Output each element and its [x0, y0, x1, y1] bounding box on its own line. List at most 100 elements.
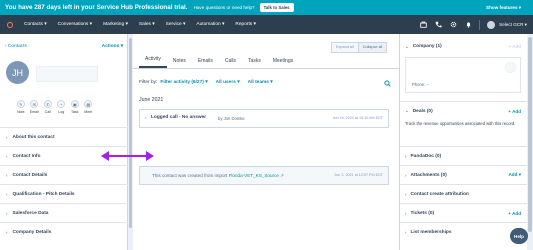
- add-company-button[interactable]: + Add: [508, 44, 521, 49]
- back-to-contacts-link[interactable]: ‹ Contacts: [5, 44, 27, 49]
- email-action[interactable]: ✉ Email: [28, 100, 42, 114]
- talk-to-sales-button[interactable]: Talk to Sales: [259, 3, 294, 12]
- actions-dropdown[interactable]: Actions ▾: [102, 44, 123, 49]
- log-action[interactable]: + Log: [55, 100, 69, 114]
- double-arrow-annotation: [101, 151, 154, 161]
- company-phone: Phone: --: [412, 82, 430, 87]
- associations-sidebar: ⌄ Company (1) + Add Phone: -- ⌄ Deals (0…: [399, 34, 533, 250]
- chevron-right-icon: ›: [6, 172, 8, 178]
- chevron-right-icon: ›: [405, 153, 407, 159]
- search-icon[interactable]: [384, 80, 391, 87]
- filter-activity-dropdown[interactable]: Filter activity (6/27) ▾: [160, 80, 207, 85]
- log-label: Log: [58, 110, 65, 114]
- all-teams-dropdown[interactable]: All teams ▾: [248, 80, 273, 85]
- contact-sidebar: ‹ Contacts Actions ▾ JH ✎ Note ✉ Email ✆…: [0, 34, 128, 250]
- section-contact-details[interactable]: › Contact Details: [0, 165, 128, 184]
- all-users-dropdown[interactable]: All users ▾: [216, 80, 240, 85]
- chevron-right-icon: ›: [405, 191, 407, 197]
- import-source-link[interactable]: Florida-VET_KS_Source ↗: [229, 173, 284, 178]
- top-navigation: Contacts ▾ Conversations ▾ Marketing ▾ S…: [0, 15, 533, 34]
- activity-date: Jun 3, 2021 at 12:07 PM EDT: [334, 173, 383, 177]
- settings-gear-icon[interactable]: [449, 21, 457, 29]
- chevron-right-icon: ›: [6, 191, 8, 197]
- list-memberships-header[interactable]: › List memberships Ma: [400, 222, 527, 241]
- filter-label: Filter by:: [139, 80, 158, 85]
- section-label: Tickets (0): [410, 210, 435, 216]
- section-label: Company (1): [412, 44, 442, 49]
- collapse-all-button[interactable]: Collapse all: [358, 42, 388, 53]
- right-panel-scrollbar[interactable]: [527, 34, 533, 250]
- notifications-bell-icon[interactable]: [464, 21, 472, 29]
- tickets-section-header[interactable]: › Tickets (0) + Add: [400, 203, 527, 222]
- tab-notes[interactable]: Notes: [167, 58, 192, 68]
- add-ticket-button[interactable]: + Add: [508, 211, 521, 216]
- tab-calls[interactable]: Calls: [219, 58, 242, 68]
- show-features-button[interactable]: Show features ▾: [486, 5, 521, 11]
- email-label: Email: [29, 110, 39, 114]
- task-action[interactable]: ▣ Task: [68, 100, 82, 114]
- calling-icon[interactable]: [434, 21, 442, 29]
- deals-section-header[interactable]: ⌄ Deals (0) + Add: [400, 101, 527, 120]
- hubspot-logo-icon[interactable]: [6, 21, 14, 29]
- nav-sales[interactable]: Sales ▾: [139, 22, 155, 27]
- chevron-right-icon: ›: [405, 172, 407, 178]
- section-about-this-contact[interactable]: › About this contact: [0, 127, 128, 146]
- section-qualification-pitch-details[interactable]: › Qualification - Pitch Details: [0, 184, 128, 203]
- activity-created-text: This contact was created from import: [152, 173, 228, 178]
- account-menu[interactable]: Select GCR ▾: [499, 22, 527, 28]
- activity-date: Jun 16, 2021 at 10:10 AM EDT: [332, 115, 383, 120]
- meet-action[interactable]: ▦ Meet: [82, 100, 96, 114]
- section-label: List memberships: [410, 229, 452, 235]
- nav-contacts[interactable]: Contacts ▾: [24, 22, 47, 27]
- help-button[interactable]: Help: [510, 228, 528, 244]
- expand-all-button[interactable]: Expand all: [331, 42, 359, 53]
- pandadoc-section-header[interactable]: › PandaDoc (0): [400, 146, 527, 165]
- call-icon: ✆: [43, 100, 52, 108]
- nav-conversations[interactable]: Conversations ▾: [58, 22, 92, 27]
- attachments-section-header[interactable]: › Attachments (0) Add ▾: [400, 165, 527, 184]
- activity-title: Logged call - No answer: [151, 115, 207, 120]
- help-question: Have questions or need help?: [193, 5, 255, 10]
- company-card[interactable]: Phone: --: [405, 57, 521, 93]
- activity-timeline: Expand all Collapse all Activity Notes E…: [133, 34, 399, 250]
- chevron-right-icon: ›: [405, 229, 407, 235]
- nav-automation[interactable]: Automation ▾: [196, 22, 224, 27]
- activity-tabs: Activity Notes Emails Calls Tasks Meetin…: [133, 54, 399, 69]
- note-label: Note: [16, 110, 25, 114]
- section-company-details[interactable]: › Company Details: [0, 222, 128, 241]
- tab-activity[interactable]: Activity: [139, 56, 167, 68]
- contact-create-attribution-header[interactable]: › Contact create attribution: [400, 184, 527, 203]
- tab-tasks[interactable]: Tasks: [242, 58, 267, 68]
- scrollbar-thumb[interactable]: [129, 38, 132, 228]
- chevron-right-icon: ›: [6, 210, 8, 216]
- chevron-right-icon[interactable]: ›: [145, 115, 147, 120]
- chevron-right-icon: ›: [405, 210, 407, 216]
- log-icon: +: [57, 100, 66, 108]
- note-icon: ✎: [16, 100, 25, 108]
- nav-service[interactable]: Service ▾: [166, 22, 186, 27]
- section-label: Contact create attribution: [410, 191, 469, 197]
- nav-reports[interactable]: Reports ▾: [235, 22, 256, 27]
- add-deal-button[interactable]: + Add: [508, 109, 521, 114]
- section-label: Qualification - Pitch Details: [12, 191, 75, 197]
- section-salesforce-data[interactable]: › Salesforce Data: [0, 203, 128, 222]
- company-section-header[interactable]: ⌄ Company (1) + Add: [400, 37, 527, 56]
- nav-marketing[interactable]: Marketing ▾: [103, 22, 128, 27]
- add-attachment-button[interactable]: Add ▾: [508, 172, 521, 178]
- tab-meetings[interactable]: Meetings: [267, 58, 299, 68]
- activity-card-contact-created: This contact was created from import Flo…: [139, 166, 389, 185]
- contact-name-redacted: [36, 66, 98, 82]
- meet-label: Meet: [84, 110, 93, 114]
- call-action[interactable]: ✆ Call: [41, 100, 55, 114]
- scrollbar-thumb[interactable]: [528, 37, 532, 232]
- account-avatar[interactable]: [487, 20, 496, 29]
- note-action[interactable]: ✎ Note: [14, 100, 28, 114]
- chevron-down-icon: ⌄: [405, 108, 409, 113]
- call-label: Call: [44, 110, 51, 114]
- activity-card-logged-call[interactable]: › Logged call - No answer by Jon Domke J…: [139, 109, 389, 128]
- activity-text: This contact was created from import Flo…: [152, 173, 284, 179]
- deals-empty-text: Track the revenue opportunities associat…: [405, 121, 516, 126]
- tab-emails[interactable]: Emails: [192, 58, 219, 68]
- marketplace-icon[interactable]: [419, 21, 427, 29]
- timeline-month-heading: June 2021: [139, 97, 164, 103]
